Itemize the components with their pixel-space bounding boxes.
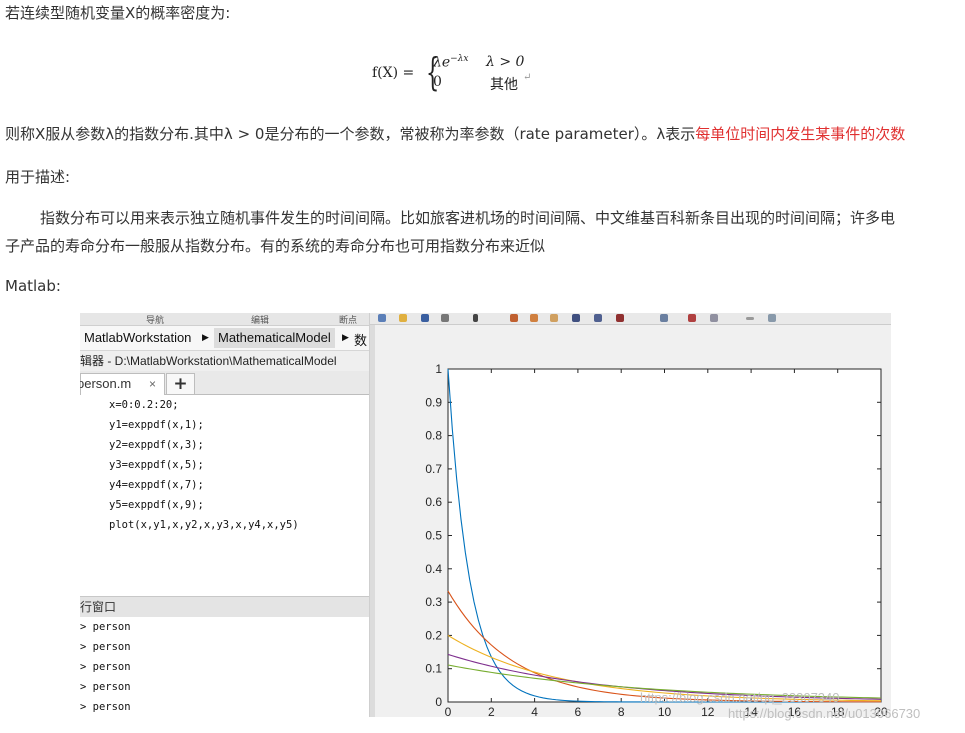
command-window-header: 行窗口: [80, 596, 369, 618]
x-tick-label: 0: [445, 705, 452, 717]
formula-lhs: f(X) =: [372, 65, 415, 81]
code-line: y2=exppdf(x,3);: [109, 439, 204, 451]
formula-case2-expr: 0: [433, 74, 442, 90]
toolstrip-tab-edit[interactable]: 编辑: [251, 313, 269, 326]
usage-line-2: 子产品的寿命分布一般服从指数分布。有的系统的寿命分布也可用指数分布来近似: [5, 237, 546, 255]
definition-text: 则称X服从参数λ的指数分布.其中λ > 0是分布的一个参数，常被称为率参数（ra…: [5, 124, 905, 144]
hide-tools-icon[interactable]: [746, 317, 754, 320]
code-line: x=0:0.2:20;: [109, 399, 179, 411]
y-tick-label: 0.6: [425, 495, 442, 509]
matlab-label: Matlab:: [5, 277, 61, 295]
y-tick-label: 0.7: [425, 462, 442, 476]
breadcrumb-item[interactable]: MathematicalModel: [214, 328, 335, 348]
brush-icon[interactable]: [616, 314, 624, 322]
x-tick-label: 4: [531, 705, 538, 717]
y-tick-label: 0.3: [425, 595, 442, 609]
edit-plot-icon[interactable]: [473, 314, 478, 322]
x-tick-label: 8: [618, 705, 625, 717]
figure-window: 0 2 4 6 8 10 12 14 16 18 20 0 0.1 0.2 0.3 0.4 0.5 0.6 0.7 0…: [370, 313, 891, 717]
usage-label: 用于描述:: [5, 168, 71, 186]
data-cursor-icon[interactable]: [594, 314, 602, 322]
chevron-right-icon[interactable]: ▶: [202, 332, 209, 343]
axes-box: [447, 368, 882, 703]
x-tick-label: 12: [701, 705, 715, 717]
definition-highlight: 每单位时间内发生某事件的次数: [695, 125, 906, 143]
editor-tabs: person.m × +: [80, 371, 369, 395]
command-window[interactable]: > person > person > person > person > pe…: [80, 617, 369, 717]
rotate-icon[interactable]: [572, 314, 580, 322]
open-icon[interactable]: [399, 314, 407, 322]
x-tick-label: 10: [658, 705, 672, 717]
zoom-out-icon[interactable]: [530, 314, 538, 322]
watermark: https://blog.csdn.net/qq_23307340: [640, 690, 840, 705]
command-history-line: > person: [80, 641, 131, 653]
legend-icon[interactable]: [710, 314, 718, 322]
file-tab[interactable]: person.m ×: [80, 373, 165, 395]
command-history-line: > person: [80, 701, 131, 713]
code-line: y3=exppdf(x,5);: [109, 459, 204, 471]
plot-area: 0 2 4 6 8 10 12 14 16 18 20 0 0.1 0.2 0.3 0.4 0.5 0.6 0.7 0…: [375, 325, 891, 717]
intro-text: 若连续型随机变量X的概率密度为:: [5, 4, 231, 22]
density-formula: f(X) = { λe−λx λ > 0 0 其他 ↵: [372, 50, 542, 96]
close-icon[interactable]: ×: [149, 374, 156, 394]
figure-toolbar: [370, 313, 891, 325]
y-tick-label: 0.5: [425, 529, 442, 543]
formula-case1-cond: λ > 0: [486, 54, 525, 70]
return-mark: ↵: [523, 72, 532, 83]
breadcrumb-item[interactable]: MatlabWorkstation: [84, 330, 191, 345]
toolstrip-tab-breakpoints[interactable]: 断点: [339, 313, 357, 326]
pan-icon[interactable]: [550, 314, 558, 322]
y-tick-label: 0.8: [425, 429, 442, 443]
command-history-line: > person: [80, 621, 131, 633]
colorbar-icon[interactable]: [688, 314, 696, 322]
y-tick-label: 0.2: [425, 628, 442, 642]
y-tick-label: 0.9: [425, 395, 442, 409]
command-history-line: > person: [80, 681, 131, 693]
command-history-line: > person: [80, 661, 131, 673]
formula-case1-expr: λe−λx: [433, 54, 469, 71]
zoom-in-icon[interactable]: [510, 314, 518, 322]
exponential-pdf-chart: 0 2 4 6 8 10 12 14 16 18 2000.10.20.30.40.50.60.70…: [425, 362, 888, 717]
y-tick-label: 0: [435, 695, 442, 709]
code-line: y1=exppdf(x,1);: [109, 419, 204, 431]
y-tick-label: 0.4: [425, 562, 442, 576]
formula-case2-cond: 其他: [490, 77, 518, 93]
editor-title: 辑器 - D:\MatlabWorkstation\MathematicalMo…: [80, 351, 369, 371]
add-tab-button[interactable]: +: [166, 373, 195, 395]
path-breadcrumb: MatlabWorkstation ▶ MathematicalModel ▶ …: [80, 326, 369, 351]
x-tick-label: 6: [575, 705, 582, 717]
toolstrip-tab-nav[interactable]: 导航: [146, 313, 164, 326]
code-line: y5=exppdf(x,9);: [109, 499, 204, 511]
show-tools-icon[interactable]: [768, 314, 776, 322]
code-line: plot(x,y1,x,y2,x,y3,x,y4,x,y5): [109, 519, 299, 531]
code-editor[interactable]: x=0:0.2:20; y1=exppdf(x,1); y2=exppdf(x,…: [80, 395, 369, 596]
code-line: y4=exppdf(x,7);: [109, 479, 204, 491]
breadcrumb-item[interactable]: 数: [354, 330, 367, 349]
save-icon[interactable]: [421, 314, 429, 322]
toolstrip-tabs: 导航 编辑 断点: [80, 313, 369, 326]
usage-line-1: 指数分布可以用来表示独立随机事件发生的时间间隔。比如旅客进机场的时间间隔、中文维…: [40, 209, 896, 227]
y-tick-label: 0.1: [425, 662, 442, 676]
matlab-editor-pane: 导航 编辑 断点 MatlabWorkstation ▶ Mathematica…: [80, 313, 370, 717]
file-tab-label: person.m: [80, 376, 132, 391]
watermark: https://blog.csdn.net/u013066730: [728, 706, 921, 721]
new-figure-icon[interactable]: [378, 314, 386, 322]
definition-prefix: 则称X服从参数λ的指数分布.其中λ > 0是分布的一个参数，常被称为率参数（ra…: [5, 125, 696, 143]
chevron-right-icon[interactable]: ▶: [342, 332, 349, 343]
x-tick-label: 2: [488, 705, 495, 717]
print-icon[interactable]: [441, 314, 449, 322]
link-icon[interactable]: [660, 314, 668, 322]
y-tick-label: 1: [435, 362, 442, 376]
matlab-screenshot: 导航 编辑 断点 MatlabWorkstation ▶ Mathematica…: [80, 313, 891, 717]
